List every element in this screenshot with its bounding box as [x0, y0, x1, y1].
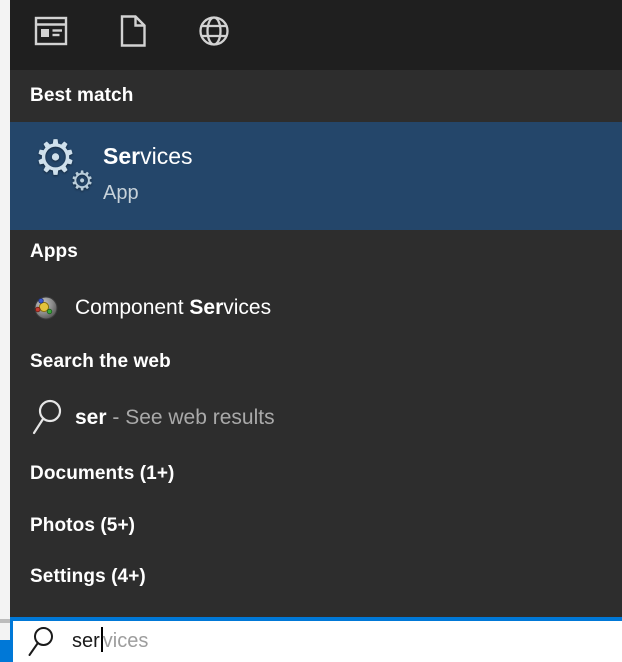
- background-divider: [0, 619, 10, 623]
- search-input[interactable]: ser vices: [10, 617, 622, 662]
- search-icon: [27, 626, 55, 658]
- result-title: ser - See web results: [75, 406, 275, 429]
- result-services-app[interactable]: ⚙ ⚙ Services App: [10, 122, 622, 230]
- search-flyout: Best match ⚙ ⚙ Services App Apps Compone…: [0, 0, 622, 662]
- filter-tabs-bar: [10, 0, 622, 70]
- web-filter-icon[interactable]: [197, 14, 231, 48]
- result-title: Services: [103, 143, 193, 169]
- autosuggest-text: vices: [102, 630, 149, 652]
- documents-group-header[interactable]: Documents (1+): [30, 462, 174, 486]
- result-component-services[interactable]: Component Services: [10, 280, 622, 336]
- apps-header: Apps: [30, 241, 78, 262]
- apps-filter-icon[interactable]: [34, 14, 68, 48]
- result-subtitle: App: [103, 182, 139, 204]
- component-services-icon: [34, 296, 58, 320]
- search-query-text: ser vices: [72, 627, 148, 655]
- search-the-web-header: Search the web: [30, 351, 171, 372]
- search-results-panel: Best match ⚙ ⚙ Services App Apps Compone…: [10, 0, 622, 662]
- desktop-background-sliver: [0, 0, 10, 662]
- result-title: Component Services: [75, 296, 272, 319]
- documents-filter-icon[interactable]: [116, 14, 150, 48]
- search-icon: [32, 399, 64, 437]
- services-gears-icon: ⚙ ⚙: [34, 130, 95, 197]
- photos-group-header[interactable]: Photos (5+): [30, 514, 135, 538]
- result-web-search[interactable]: ser - See web results: [10, 390, 622, 446]
- taskbar-accent-sliver: [0, 640, 10, 662]
- best-match-header: Best match: [30, 85, 134, 106]
- settings-group-header[interactable]: Settings (4+): [30, 565, 146, 589]
